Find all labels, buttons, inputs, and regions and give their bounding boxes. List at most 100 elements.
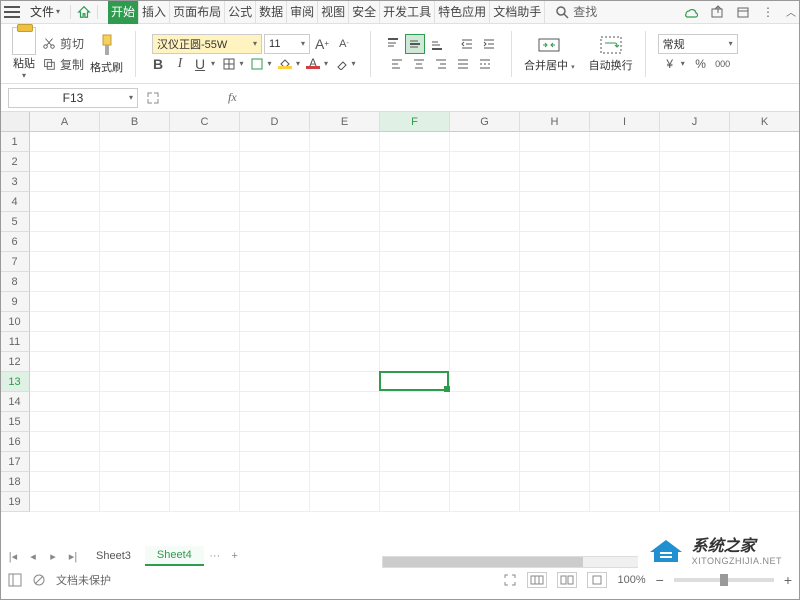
cell[interactable]: [380, 192, 450, 212]
cell[interactable]: [590, 232, 660, 252]
layout-icon[interactable]: [8, 573, 22, 587]
zoom-out-button[interactable]: −: [656, 572, 664, 588]
sheet-nav-prev[interactable]: ◂: [24, 547, 42, 565]
col-header-I[interactable]: I: [590, 112, 660, 132]
cell[interactable]: [590, 212, 660, 232]
zoom-level[interactable]: 100%: [617, 574, 645, 586]
cell[interactable]: [590, 412, 660, 432]
sheet-nav-next[interactable]: ▸: [44, 547, 62, 565]
cell[interactable]: [730, 332, 800, 352]
clear-button[interactable]: ▾: [332, 54, 358, 74]
col-header-A[interactable]: A: [30, 112, 100, 132]
cell[interactable]: [520, 252, 590, 272]
cell[interactable]: [380, 452, 450, 472]
cell[interactable]: [450, 492, 520, 512]
formula-input[interactable]: [245, 88, 792, 108]
cell[interactable]: [450, 472, 520, 492]
cell[interactable]: [100, 492, 170, 512]
cell[interactable]: [170, 492, 240, 512]
cell[interactable]: [730, 432, 800, 452]
tab-data[interactable]: 数据: [256, 0, 287, 24]
cell[interactable]: [590, 132, 660, 152]
tab-doc-assistant[interactable]: 文档助手: [490, 0, 545, 24]
paste-button[interactable]: 粘贴 ▾: [12, 27, 36, 80]
cell[interactable]: [100, 232, 170, 252]
cell[interactable]: [100, 452, 170, 472]
fill-color-button[interactable]: ▾: [276, 54, 302, 74]
align-justify-button[interactable]: [453, 54, 473, 74]
cell[interactable]: [590, 472, 660, 492]
row-header-10[interactable]: 10: [0, 312, 30, 332]
cell[interactable]: [310, 432, 380, 452]
cell[interactable]: [30, 492, 100, 512]
cell[interactable]: [380, 472, 450, 492]
cell[interactable]: [660, 252, 730, 272]
cloud-sync-icon[interactable]: [682, 4, 698, 20]
row-header-9[interactable]: 9: [0, 292, 30, 312]
cell[interactable]: [660, 172, 730, 192]
tab-page-layout[interactable]: 页面布局: [170, 0, 225, 24]
cell[interactable]: [450, 212, 520, 232]
cell[interactable]: [170, 252, 240, 272]
cell[interactable]: [30, 332, 100, 352]
cell[interactable]: [30, 172, 100, 192]
align-center-button[interactable]: [409, 54, 429, 74]
cell[interactable]: [520, 132, 590, 152]
cell[interactable]: [730, 272, 800, 292]
cell[interactable]: [100, 392, 170, 412]
cell[interactable]: [310, 292, 380, 312]
cell[interactable]: [590, 312, 660, 332]
cell[interactable]: [730, 452, 800, 472]
cell[interactable]: [590, 292, 660, 312]
italic-button[interactable]: I: [170, 54, 190, 74]
cell[interactable]: [590, 492, 660, 512]
cell[interactable]: [660, 212, 730, 232]
cell[interactable]: [30, 392, 100, 412]
cell[interactable]: [240, 412, 310, 432]
cell[interactable]: [170, 412, 240, 432]
cell[interactable]: [100, 292, 170, 312]
cell[interactable]: [380, 392, 450, 412]
cell[interactable]: [590, 372, 660, 392]
cell[interactable]: [730, 412, 800, 432]
thousands-button[interactable]: 000: [713, 54, 733, 74]
cell[interactable]: [660, 132, 730, 152]
cell[interactable]: [520, 452, 590, 472]
row-header-11[interactable]: 11: [0, 332, 30, 352]
cell[interactable]: [310, 252, 380, 272]
cell[interactable]: [170, 152, 240, 172]
cell[interactable]: [100, 192, 170, 212]
increase-font-button[interactable]: A+: [312, 34, 332, 54]
cell[interactable]: [100, 312, 170, 332]
cell[interactable]: [730, 252, 800, 272]
cell[interactable]: [520, 312, 590, 332]
row-header-15[interactable]: 15: [0, 412, 30, 432]
cell[interactable]: [170, 432, 240, 452]
tab-review[interactable]: 审阅: [287, 0, 318, 24]
protect-icon[interactable]: [32, 573, 46, 587]
cell[interactable]: [100, 332, 170, 352]
tab-dev-tools[interactable]: 开发工具: [380, 0, 435, 24]
cell[interactable]: [590, 152, 660, 172]
collapse-icon[interactable]: ︿: [786, 4, 796, 19]
cell[interactable]: [380, 152, 450, 172]
row-header-17[interactable]: 17: [0, 452, 30, 472]
cell[interactable]: [660, 472, 730, 492]
tab-formula[interactable]: 公式: [225, 0, 256, 24]
cells-area[interactable]: [30, 132, 800, 512]
fullscreen-icon[interactable]: [503, 573, 517, 587]
cell[interactable]: [30, 352, 100, 372]
cell[interactable]: [660, 292, 730, 312]
cell[interactable]: [520, 272, 590, 292]
cell[interactable]: [520, 372, 590, 392]
menu-file[interactable]: 文件 ▾: [26, 1, 64, 22]
cell[interactable]: [450, 152, 520, 172]
cell[interactable]: [660, 412, 730, 432]
cell[interactable]: [520, 432, 590, 452]
cell[interactable]: [100, 132, 170, 152]
view-normal-button[interactable]: [527, 572, 547, 588]
cell[interactable]: [730, 152, 800, 172]
cell[interactable]: [380, 432, 450, 452]
zoom-in-button[interactable]: +: [784, 572, 792, 588]
col-header-F[interactable]: F: [380, 112, 450, 132]
